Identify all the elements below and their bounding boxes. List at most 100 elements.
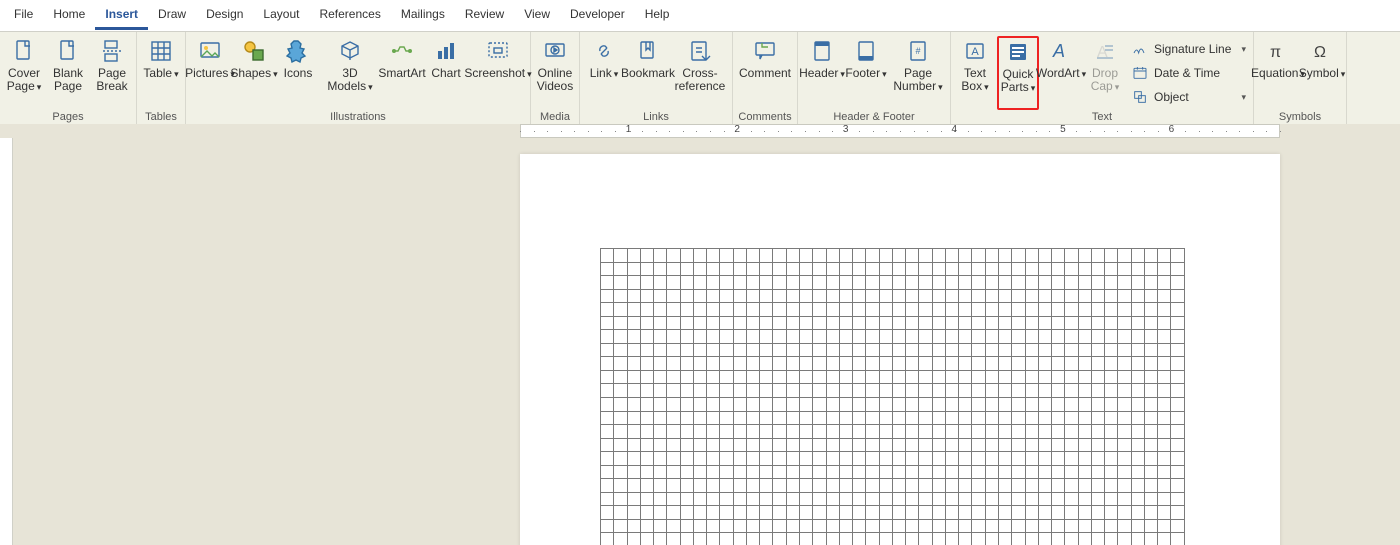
chart-button[interactable]: Chart [424, 36, 468, 110]
cover-page-label: CoverPage▾ [7, 67, 42, 94]
group-label: Links [582, 110, 730, 125]
document-page[interactable] [520, 154, 1280, 545]
3d-models-button[interactable]: 3DModels▾ [320, 36, 380, 110]
text-box-button[interactable]: A TextBox▾ [953, 36, 997, 110]
ruler-marks: 123456 [520, 124, 1280, 138]
menu-design[interactable]: Design [196, 1, 253, 30]
icons-icon [286, 39, 310, 63]
online-videos-label: OnlineVideos [537, 67, 573, 93]
page-number-label: PageNumber▾ [893, 67, 942, 94]
bookmark-label: Bookmark [621, 67, 675, 80]
drop-cap-label: DropCap▾ [1091, 67, 1120, 94]
footer-icon [854, 39, 878, 63]
online-videos-button[interactable]: OnlineVideos [533, 36, 577, 110]
menubar: FileHomeInsertDrawDesignLayoutReferences… [0, 0, 1400, 32]
footer-button[interactable]: Footer▾ [844, 36, 888, 110]
wordart-button[interactable]: AWordArt▾ [1039, 36, 1083, 110]
shapes-icon [242, 39, 266, 63]
pagenum-icon: # [906, 39, 930, 63]
dropcap-icon: A [1093, 39, 1117, 63]
text-box-label: TextBox▾ [961, 67, 988, 94]
menu-file[interactable]: File [4, 1, 43, 30]
document-area: 123456 [0, 124, 1400, 545]
signature-icon [1132, 41, 1148, 57]
link-icon [592, 39, 616, 63]
menu-insert[interactable]: Insert [95, 1, 148, 30]
document-table[interactable] [600, 248, 1185, 545]
smartart-icon [390, 39, 414, 63]
shapes-button[interactable]: Shapes▾ [232, 36, 276, 110]
menu-draw[interactable]: Draw [148, 1, 196, 30]
group-pages: CoverPage▾BlankPagePageBreakPages [0, 32, 137, 124]
symbol-icon: Ω [1310, 39, 1334, 63]
header-button[interactable]: Header▾ [800, 36, 844, 110]
comment-button[interactable]: Comment [735, 36, 795, 110]
crossref-icon [688, 39, 712, 63]
date-time-button[interactable]: Date & Time [1129, 62, 1249, 84]
menu-references[interactable]: References [309, 1, 390, 30]
ruler-num: 5 [1053, 124, 1073, 135]
screenshot-label: Screenshot▾ [464, 67, 531, 81]
smartart-label: SmartArt [378, 67, 425, 80]
menu-home[interactable]: Home [43, 1, 95, 30]
page-break-icon [100, 39, 124, 63]
blank-page-button[interactable]: BlankPage [46, 36, 90, 110]
group-header-footer: Header▾Footer▾ # PageNumber▾ Header & Foote… [798, 32, 951, 124]
link-label: Link▾ [590, 67, 619, 81]
ruler-num: 1 [619, 124, 639, 135]
cross-reference-label: Cross-reference [675, 67, 726, 93]
group-comments: CommentComments [733, 32, 798, 124]
icons-label: Icons [284, 67, 313, 80]
icons-button[interactable]: Icons [276, 36, 320, 110]
menu-help[interactable]: Help [635, 1, 680, 30]
3d-icon [338, 39, 362, 63]
picture-icon [198, 39, 222, 63]
group-label: Tables [139, 110, 183, 125]
group-label: Illustrations [188, 110, 528, 125]
quick-parts-button[interactable]: QuickParts▾ [997, 36, 1039, 110]
bookmark-button[interactable]: Bookmark [626, 36, 670, 110]
footer-label: Footer▾ [845, 67, 886, 81]
shapes-label: Shapes▾ [230, 67, 277, 81]
vertical-ruler [0, 124, 13, 545]
header-icon [810, 39, 834, 63]
table-icon [149, 39, 173, 63]
object-icon [1132, 89, 1148, 105]
textbox-icon: A [963, 39, 987, 63]
horizontal-ruler: 123456 [0, 124, 1400, 138]
ruler-num: 3 [836, 124, 856, 135]
group-text: ATextBox▾QuickParts▾AWordArt▾ADropCap▾Si… [951, 32, 1254, 124]
group-symbols: πEquation▾ΩSymbol▾Symbols [1254, 32, 1347, 124]
menu-view[interactable]: View [514, 1, 560, 30]
svg-text:A: A [971, 46, 979, 58]
menu-developer[interactable]: Developer [560, 1, 635, 30]
cover-page-button[interactable]: CoverPage▾ [2, 36, 46, 110]
signature-line-button[interactable]: Signature Line▾ [1129, 38, 1249, 60]
svg-text:π: π [1270, 44, 1281, 61]
menu-review[interactable]: Review [455, 1, 514, 30]
group-label: Media [533, 110, 577, 125]
ruler-num: 2 [727, 124, 747, 135]
menu-mailings[interactable]: Mailings [391, 1, 455, 30]
page-number-button[interactable]: # PageNumber▾ [888, 36, 948, 110]
table-label: Table▾ [143, 67, 178, 81]
equation-button[interactable]: πEquation▾ [1256, 36, 1300, 110]
page-break-button[interactable]: PageBreak [90, 36, 134, 110]
group-label: Header & Footer [800, 110, 948, 125]
link-button[interactable]: Link▾ [582, 36, 626, 110]
pictures-button[interactable]: Pictures▾ [188, 36, 232, 110]
wordart-icon: A [1049, 39, 1073, 63]
3d-models-label: 3DModels▾ [327, 67, 372, 94]
datetime-icon [1132, 65, 1148, 81]
screenshot-button[interactable]: Screenshot▾ [468, 36, 528, 110]
group-label: Symbols [1256, 110, 1344, 125]
smartart-button[interactable]: SmartArt [380, 36, 424, 110]
table-button[interactable]: Table▾ [139, 36, 183, 110]
comment-label: Comment [739, 67, 791, 80]
object-button[interactable]: Object▾ [1129, 86, 1249, 108]
cross-reference-button[interactable]: Cross-reference [670, 36, 730, 110]
svg-text:Ω: Ω [1314, 44, 1326, 61]
menu-layout[interactable]: Layout [253, 1, 309, 30]
symbol-button[interactable]: ΩSymbol▾ [1300, 36, 1344, 110]
comment-icon [753, 39, 777, 63]
